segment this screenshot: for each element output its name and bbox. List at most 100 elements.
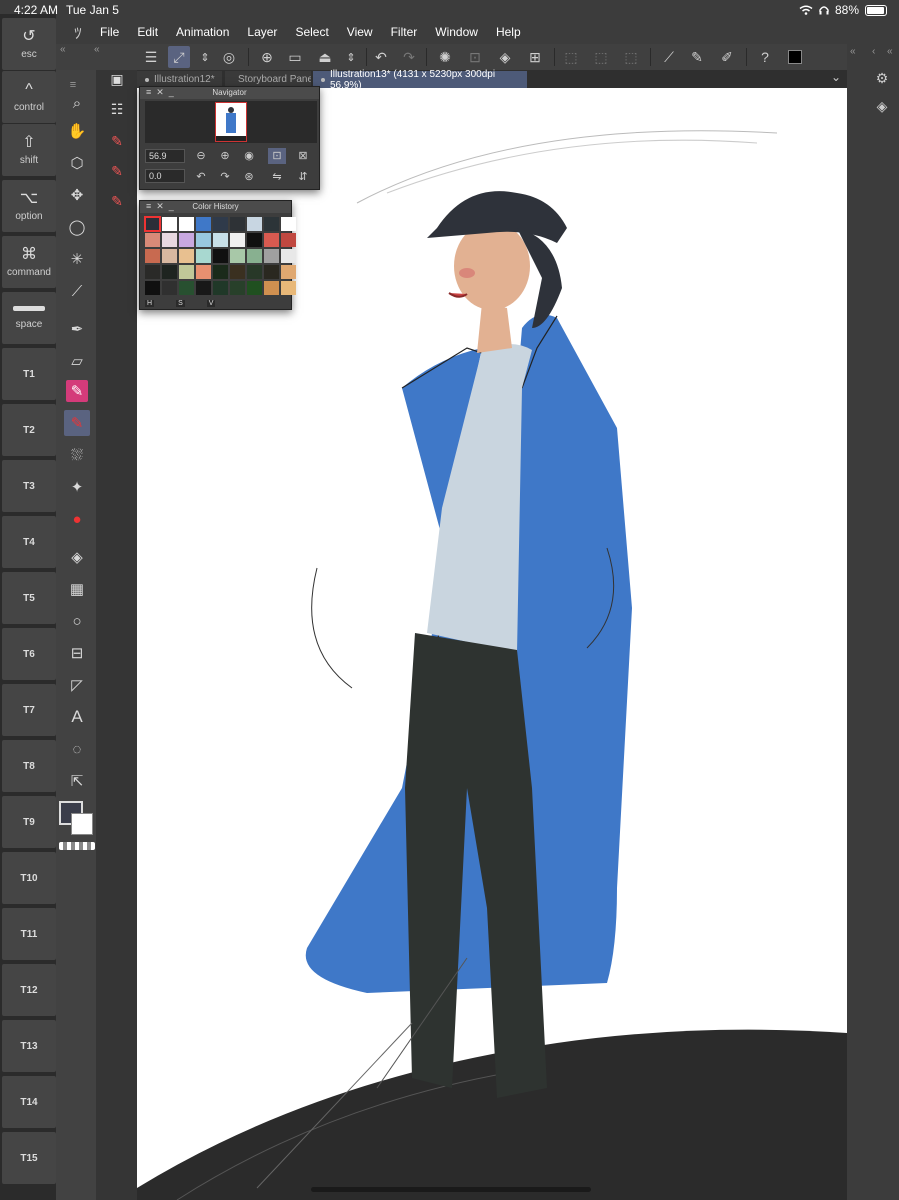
collapse-icon[interactable]: « [850,46,856,57]
magic-wand-icon[interactable]: ✳ [64,246,90,272]
color-swatch[interactable] [179,249,194,263]
color-swatch[interactable] [213,249,228,263]
esc-key[interactable]: ↺ esc [2,18,56,70]
color-swatch[interactable] [196,281,211,295]
color-swatch[interactable] [162,249,177,263]
blend-icon[interactable]: ● [64,506,90,532]
zoom-out-icon[interactable]: ⊖ [192,148,210,164]
t14-key[interactable]: T14 [2,1076,56,1128]
sub-color-chip[interactable] [71,813,93,835]
zoom-field[interactable]: 56.9 [145,149,185,163]
hand-icon[interactable]: ✋ [64,118,90,144]
transparent-color-chip[interactable] [59,842,95,850]
canvas-size-icon[interactable]: ⊞ [524,46,546,68]
object-icon[interactable]: ⬡ [64,150,90,176]
menu-window[interactable]: Window [435,25,478,39]
transform-icon[interactable]: ⤢ [168,46,190,68]
t11-key[interactable]: T11 [2,908,56,960]
menu-view[interactable]: View [347,25,373,39]
color-swatch[interactable] [264,249,279,263]
export-icon[interactable]: ⏏ [314,46,336,68]
frame-icon[interactable]: ⊟ [64,640,90,666]
color-swatch[interactable] [145,233,160,247]
collapse-left-icon[interactable]: « [60,44,66,55]
decoration-icon[interactable]: ✎ [66,380,88,402]
collapse-icon[interactable]: « [887,46,893,57]
t9-key[interactable]: T9 [2,796,56,848]
select-none-icon[interactable]: ⬚ [560,46,582,68]
open-folder-icon[interactable]: ▭ [284,46,306,68]
t8-key[interactable]: T8 [2,740,56,792]
menu-file[interactable]: File [100,25,119,39]
select-expand-icon[interactable]: ⬚ [620,46,642,68]
color-swatch[interactable] [213,281,228,295]
new-file-icon[interactable]: ⊕ [256,46,278,68]
collapse-right-icon[interactable]: « [94,44,100,55]
t5-key[interactable]: T5 [2,572,56,624]
color-swatch[interactable] [230,217,245,231]
shift-key[interactable]: ⇧ shift [2,124,56,176]
brush-target-icon[interactable]: ✎ [104,188,130,214]
list-icon[interactable]: ☷ [104,96,130,122]
color-swatch[interactable] [162,281,177,295]
tab-illustration13[interactable]: Illustration13* (4131 x 5230px 300dpi 56… [313,69,527,91]
color-swatch[interactable] [162,217,177,231]
control-key[interactable]: ^ control [2,71,56,123]
fill-bucket-icon[interactable]: ◈ [64,544,90,570]
brush-sub-icon[interactable]: ✎ [104,128,130,154]
menu-select[interactable]: Select [295,25,328,39]
chevron-updown-icon[interactable]: ⇕ [340,46,362,68]
redo-icon[interactable]: ↷ [398,46,420,68]
chevron-down-icon[interactable]: ⌄ [831,70,841,84]
color-swatch[interactable] [230,281,245,295]
color-swatch[interactable] [230,249,245,263]
t3-key[interactable]: T3 [2,460,56,512]
rotate-right-icon[interactable]: ↷ [216,169,234,185]
navigator-titlebar[interactable]: ≡✕_ Navigator [140,87,319,99]
actual-size-icon[interactable]: ◉ [240,148,258,164]
collapse-icon[interactable]: ‹ [872,46,875,57]
color-swatch[interactable] [179,233,194,247]
color-swatch[interactable] [230,233,245,247]
menu-help[interactable]: Help [496,25,521,39]
color-swatch[interactable] [264,265,279,279]
rotate-left-icon[interactable]: ↶ [192,169,210,185]
ruler-icon[interactable]: ◸ [64,672,90,698]
color-swatch[interactable] [213,265,228,279]
help-icon[interactable]: ? [754,46,776,68]
space-key[interactable]: space [2,292,56,344]
color-swatch[interactable] [145,281,160,295]
layer-icon[interactable]: ▣ [104,66,130,92]
eyedropper-icon[interactable]: ⟋ [64,278,90,304]
color-history-titlebar[interactable]: ≡✕_ Color History [140,201,291,213]
color-chips[interactable] [59,801,93,835]
color-swatch[interactable] [213,233,228,247]
balloon-icon[interactable]: ◌ [64,736,90,762]
color-swatch[interactable] [145,265,160,279]
correct-line-icon[interactable]: ⇱ [64,768,90,794]
menu-edit[interactable]: Edit [137,25,158,39]
color-swatch[interactable] [281,281,296,295]
t12-key[interactable]: T12 [2,964,56,1016]
crop-icon[interactable]: ⊡ [464,46,486,68]
pen-icon[interactable]: ✒ [64,316,90,342]
option-key[interactable]: ⌥ option [2,180,56,232]
flip-vertical-icon[interactable]: ⇵ [294,169,312,185]
loading-icon[interactable]: ✺ [434,46,456,68]
airbrush-icon[interactable]: ⛆ [64,442,90,468]
hsv-s-label[interactable]: S [176,300,185,307]
color-swatch[interactable] [264,281,279,295]
color-swatch[interactable] [196,265,211,279]
color-swatch[interactable] [230,265,245,279]
home-indicator[interactable] [311,1187,591,1192]
menu-layer[interactable]: Layer [247,25,277,39]
fit-screen-icon[interactable]: ⊠ [294,148,312,164]
color-square-icon[interactable] [784,46,806,68]
gradient-icon[interactable]: ▦ [64,576,90,602]
color-swatch[interactable] [162,265,177,279]
zoom-in-icon[interactable]: ⊕ [216,148,234,164]
brush-icon[interactable]: ✎ [686,46,708,68]
hsv-h-label[interactable]: H [145,300,155,307]
color-swatch[interactable] [281,217,296,231]
color-swatch[interactable] [162,233,177,247]
